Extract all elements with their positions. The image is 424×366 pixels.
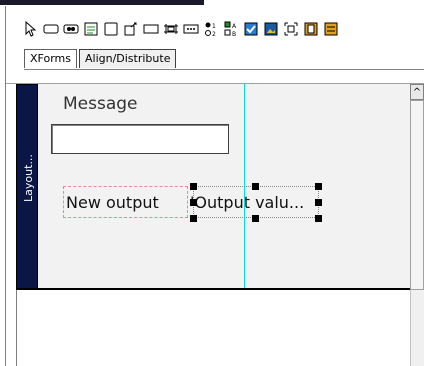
textarea-icon[interactable] xyxy=(82,20,100,38)
resize-handle-ne[interactable] xyxy=(315,183,322,190)
scroll-up-button[interactable]: ^ xyxy=(410,84,424,100)
repeat-icon[interactable] xyxy=(322,20,340,38)
message-label: Message xyxy=(63,94,138,114)
output-value: 'Output valu... xyxy=(190,193,305,212)
lower-canvas-border xyxy=(16,290,17,366)
image-icon[interactable] xyxy=(262,20,280,38)
tab-xforms[interactable]: XForms xyxy=(24,49,77,68)
svg-text:A: A xyxy=(232,23,237,30)
title-bar-fragment xyxy=(0,0,204,5)
tab-align-distribute[interactable]: Align/Distribute xyxy=(78,49,177,68)
output-label: New output xyxy=(66,193,159,212)
trigger-icon[interactable] xyxy=(162,20,180,38)
svg-text:B: B xyxy=(232,31,236,37)
range-icon[interactable] xyxy=(142,20,160,38)
resize-handle-s[interactable] xyxy=(252,215,259,222)
resize-handle-sw[interactable] xyxy=(190,215,197,222)
panel-border xyxy=(5,6,6,366)
svg-text:2: 2 xyxy=(212,31,216,37)
output-icon[interactable] xyxy=(102,20,120,38)
input-icon[interactable] xyxy=(42,20,60,38)
tab-divider xyxy=(24,69,424,70)
select1-icon[interactable]: 12 xyxy=(202,20,220,38)
resize-handle-se[interactable] xyxy=(315,215,322,222)
resize-handle-n[interactable] xyxy=(252,183,259,190)
xforms-toolbar: 12 AB xyxy=(22,18,340,40)
panel-tabs: XForms Align/Distribute xyxy=(24,49,177,69)
checkbox-icon[interactable] xyxy=(242,20,260,38)
resize-handle-nw[interactable] xyxy=(190,183,197,190)
scroll-thumb[interactable] xyxy=(410,100,424,290)
switch-icon[interactable] xyxy=(302,20,320,38)
upload-icon[interactable] xyxy=(122,20,140,38)
chevron-up-icon: ^ xyxy=(412,86,422,98)
resize-handle-e[interactable] xyxy=(315,199,322,206)
layout-label: Layout... xyxy=(22,154,35,202)
lower-canvas[interactable] xyxy=(16,290,411,366)
layout-bar[interactable]: Layout... xyxy=(16,84,38,290)
svg-text:1: 1 xyxy=(212,23,216,30)
resize-handle-w[interactable] xyxy=(190,199,197,206)
pointer-icon[interactable] xyxy=(22,20,40,38)
select-icon[interactable]: AB xyxy=(222,20,240,38)
submit-icon[interactable] xyxy=(182,20,200,38)
message-input[interactable] xyxy=(51,124,229,154)
secret-icon[interactable] xyxy=(62,20,80,38)
group-icon[interactable] xyxy=(282,20,300,38)
alignment-guide xyxy=(244,84,245,289)
